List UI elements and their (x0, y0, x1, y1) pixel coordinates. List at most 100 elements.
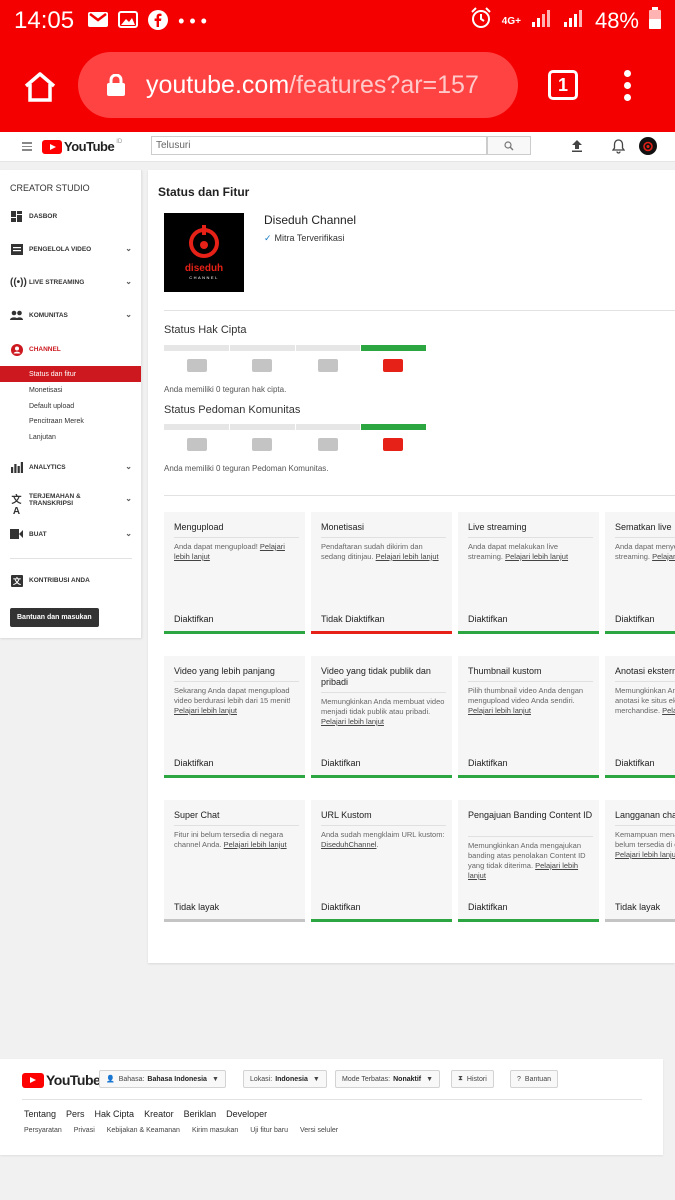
help-icon: ? (517, 1075, 521, 1083)
creator-studio-sidebar: CREATOR STUDIO DASBOR PENGELOLA VIDEO ⌄ … (0, 170, 142, 638)
feature-card-live-streaming: Live streaming Anda dapat melakukan live… (458, 512, 599, 634)
sidebar-item-create[interactable]: BUAT ⌄ (0, 524, 142, 544)
feature-card-content-id-appeals: Pengajuan Banding Content ID Memungkinka… (458, 800, 599, 922)
learn-more-link[interactable]: Pelajari lebih lanjut (652, 552, 675, 561)
tab-switcher-button[interactable]: 1 (548, 70, 578, 100)
good-standing-face-icon (383, 359, 404, 372)
channel-name[interactable]: Diseduh Channel (264, 213, 356, 227)
divider (164, 310, 675, 311)
community-icon (10, 310, 23, 321)
footer-link-advertise[interactable]: Beriklan (184, 1109, 217, 1119)
address-bar[interactable]: youtube.com/features?ar=157 (78, 52, 518, 118)
chevron-down-icon: ⌄ (125, 310, 132, 319)
browser-menu-button[interactable] (624, 70, 632, 106)
learn-more-link[interactable]: Pelajari lebih lanjut (505, 552, 568, 561)
battery-icon (649, 7, 661, 35)
footer-link-policy[interactable]: Kebijakan & Keamanan (107, 1127, 180, 1134)
sidebar-item-video-manager[interactable]: PENGELOLA VIDEO ⌄ (0, 239, 142, 259)
footer-link-terms[interactable]: Persyaratan (24, 1127, 62, 1134)
learn-more-link[interactable]: Pelajari lebih lanjut (468, 706, 531, 715)
sidebar-item-channel[interactable]: CHANNEL (0, 339, 142, 359)
page-title: Status dan Fitur (158, 185, 250, 199)
analytics-icon (10, 461, 23, 473)
avatar[interactable] (639, 137, 657, 155)
strike-face-icon (252, 438, 273, 451)
channel-thumbnail[interactable]: diseduh CHANNEL (164, 213, 244, 292)
notifications-button[interactable] (611, 139, 626, 159)
more-notifications-icon: • • • (178, 11, 207, 31)
learn-more-link[interactable]: Pelajari lebih lanjut (376, 552, 439, 561)
translate-icon: 文A (11, 494, 22, 517)
copyright-status-text: Anda memiliki 0 teguran hak cipta. (164, 385, 287, 394)
learn-more-link[interactable]: Pelajari lebih lanjut (662, 706, 675, 715)
search-button[interactable] (487, 136, 531, 155)
learn-more-link[interactable]: Pelajari lebih lanjut (224, 840, 287, 849)
sidebar-item-dashboard[interactable]: DASBOR (0, 206, 142, 226)
footer-link-test-features[interactable]: Uji fitur baru (250, 1127, 288, 1134)
learn-more-link[interactable]: Pelajari lebih lanjut (321, 717, 384, 726)
help-button[interactable]: ? Bantuan (510, 1070, 558, 1088)
custom-url-link[interactable]: DiseduhChannel (321, 840, 376, 849)
feature-status: Diaktifkan (321, 902, 361, 912)
home-button[interactable] (0, 71, 80, 103)
feature-card-channel-memberships: Langganan channel Kemampuan menawarkan l… (605, 800, 675, 922)
strike-face-icon (252, 359, 273, 372)
feature-card-custom-thumbnail: Thumbnail kustom Pilih thumbnail video A… (458, 656, 599, 778)
sidebar-sub-branding[interactable]: Pencitraan Merek (0, 413, 141, 429)
youtube-logo[interactable]: YouTube ID (42, 139, 122, 154)
upload-button[interactable] (571, 139, 583, 158)
network-type: 4G+ (501, 15, 521, 27)
footer-link-copyright[interactable]: Hak Cipta (95, 1109, 135, 1119)
signal-icon (531, 8, 553, 34)
footer-link-privacy[interactable]: Privasi (74, 1127, 95, 1134)
gmail-icon (88, 12, 109, 30)
status-bar: 14:05 • • • 4G+ 48% (0, 0, 675, 42)
dashboard-icon (10, 210, 23, 222)
footer-primary-links: Tentang Pers Hak Cipta Kreator Beriklan … (24, 1109, 267, 1119)
url-path: /features?ar=157 (289, 70, 479, 99)
chevron-down-icon: ⌄ (125, 244, 132, 253)
footer-divider (22, 1099, 642, 1100)
restricted-mode-select[interactable]: Mode Terbatas: Nonaktif ▼ (335, 1070, 441, 1088)
sidebar-item-analytics[interactable]: ANALYTICS ⌄ (0, 457, 142, 477)
history-button[interactable]: ⧗ Histori (451, 1070, 494, 1088)
channel-icon (10, 343, 23, 356)
sidebar-sub-upload-defaults[interactable]: Default upload (0, 398, 141, 414)
footer-link-about[interactable]: Tentang (24, 1109, 56, 1119)
youtube-header: YouTube ID Telusuri (0, 132, 675, 162)
feature-card-embed-live: Sematkan live Anda dapat menyematkan liv… (605, 512, 675, 634)
footer-link-developers[interactable]: Developer (226, 1109, 267, 1119)
location-select[interactable]: Lokasi: Indonesia ▼ (243, 1070, 327, 1088)
footer-link-mobile[interactable]: Versi seluler (300, 1127, 338, 1134)
alarm-icon (470, 7, 492, 35)
footer-link-press[interactable]: Pers (66, 1109, 85, 1119)
check-icon: ✓ (264, 233, 272, 243)
sidebar-item-translations[interactable]: 文A TERJEMAHAN & TRANSKRIPSI ⌄ (0, 490, 142, 517)
sidebar-divider (10, 558, 132, 559)
guide-menu-icon[interactable] (22, 142, 32, 153)
footer-youtube-logo[interactable]: YouTube (22, 1072, 101, 1088)
sidebar-sub-monetization[interactable]: Monetisasi (0, 382, 141, 398)
language-select[interactable]: 👤 Bahasa: Bahasa Indonesia ▼ (99, 1070, 226, 1088)
feature-card-custom-url: URL Kustom Anda sudah mengklaim URL kust… (311, 800, 452, 922)
help-feedback-button[interactable]: Bantuan dan masukan (10, 608, 99, 627)
sidebar-item-community[interactable]: KOMUNITAS ⌄ (0, 305, 142, 325)
sidebar-sub-advanced[interactable]: Lanjutan (0, 429, 141, 445)
sidebar-item-contributions[interactable]: 文 KONTRIBUSI ANDA (0, 570, 142, 590)
search-input[interactable]: Telusuri (151, 136, 487, 155)
sidebar-sub-status[interactable]: Status dan fitur (0, 366, 141, 382)
feature-status: Diaktifkan (321, 758, 361, 768)
gallery-icon (118, 11, 139, 31)
feature-status: Tidak Diaktifkan (321, 614, 385, 624)
footer-link-feedback[interactable]: Kirim masukan (192, 1127, 238, 1134)
sidebar-item-live-streaming[interactable]: ((•)) LIVE STREAMING ⌄ (0, 272, 142, 292)
footer-link-creators[interactable]: Kreator (144, 1109, 174, 1119)
learn-more-link[interactable]: Pelajari lebih lanjut (615, 850, 675, 859)
svg-text:CHANNEL: CHANNEL (189, 275, 219, 280)
feature-status: Diaktifkan (615, 614, 655, 624)
lock-icon (107, 74, 125, 96)
learn-more-link[interactable]: Pelajari lebih lanjut (174, 706, 237, 715)
caret-down-icon: ▼ (312, 1075, 320, 1083)
copyright-strike-faces (164, 359, 426, 372)
facebook-icon (148, 9, 169, 33)
